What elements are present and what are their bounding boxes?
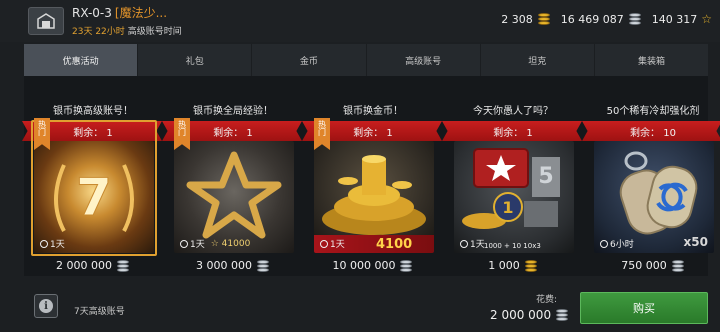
price-value: 750 000: [621, 259, 667, 272]
offer-card-gold[interactable]: 银币换金币！ 剩余： 1 热门 1天 4100 10 000 000: [302, 76, 442, 276]
timer-value: 1天: [190, 240, 205, 250]
info-button[interactable]: i: [34, 294, 58, 318]
buy-button[interactable]: 购买: [580, 292, 708, 324]
premium-time: 23天 22小时: [72, 27, 125, 37]
bundle-badge-count: 10: [512, 242, 522, 250]
offer-price: 2 000 000: [24, 259, 162, 272]
tab-premium[interactable]: 高级账号: [367, 44, 481, 76]
offer-remaining: 剩余： 10: [630, 128, 676, 139]
cooldown-booster-image: 6小时 x50: [594, 141, 714, 253]
tab-bundles[interactable]: 礼包: [138, 44, 253, 76]
offer-timer: 1天: [320, 237, 345, 250]
quantity-badge: x50: [683, 235, 708, 249]
currency-panel: 2 308 16 469 087 140 317 ☆: [501, 12, 712, 26]
premium-days-image: 7 1天: [34, 141, 154, 253]
silver-coins-icon: [555, 309, 569, 321]
garage-icon: [37, 13, 55, 29]
bundle-gold-count: 1000 +: [484, 242, 510, 250]
shop-tabs: 优惠活动 礼包 金币 高级账号 坦克 集装箱: [24, 44, 708, 76]
tab-containers[interactable]: 集装箱: [595, 44, 708, 76]
selected-product-name: 7天高级账号: [74, 307, 125, 317]
garage-button[interactable]: [28, 7, 64, 35]
info-icon: i: [39, 299, 53, 313]
offer-card-xp[interactable]: 银币换全局经验！ 剩余： 1 热门 1天 ☆ 41000 3 000 000: [162, 76, 302, 276]
cost-label: 花费:: [536, 295, 558, 305]
offer-timer: 6小时: [600, 237, 634, 250]
purchase-bar: i 7天高级账号 花费: 2 000 000 购买: [24, 278, 708, 332]
silver-coins-icon: [671, 259, 685, 272]
offer-title: 银币换高级账号！: [53, 106, 133, 117]
gold-pile-image: 1天 4100: [314, 141, 434, 253]
svg-text:7: 7: [76, 168, 112, 228]
xp-star-image: 1天 ☆ 41000: [174, 141, 294, 253]
clock-icon: [600, 239, 608, 248]
offer-card-consumables[interactable]: 50个稀有冷却强化剂 剩余： 10 6小时 x50 750 000: [582, 76, 720, 276]
clock-icon: [40, 239, 48, 248]
top-bar: RX-0-3 [魔法少... 23天 22小时 高级账号时间 2 308 16 46…: [0, 0, 720, 42]
tab-offers[interactable]: 优惠活动: [24, 44, 139, 76]
bundle-items-count: 10x3: [523, 242, 541, 250]
free-xp-balance[interactable]: 140 317 ☆: [652, 12, 712, 26]
offer-list: 银币换高级账号！ 剩余： 1 热门 7 1天 2 000 000 银币换全局经验…: [22, 76, 720, 276]
silver-balance[interactable]: 16 469 087: [561, 13, 642, 26]
offer-timer: 1天: [460, 237, 485, 250]
price-value: 10 000 000: [332, 259, 396, 272]
bundle-image: 5 1 1天 1000 + 10 10x3: [454, 141, 574, 253]
player-name[interactable]: RX-0-3 [魔法少...: [72, 4, 167, 21]
timer-value: 6小时: [610, 240, 634, 250]
price-value: 2 000 000: [56, 259, 112, 272]
cost-value: 2 000 000: [490, 308, 569, 322]
offer-card-premium[interactable]: 银币换高级账号！ 剩余： 1 热门 7 1天 2 000 000: [22, 76, 162, 276]
timer-value: 1天: [470, 240, 485, 250]
offer-title: 银币换全局经验！: [193, 106, 273, 117]
offer-title: 50个稀有冷却强化剂: [606, 106, 700, 117]
xp-bonus-value: 41000: [221, 238, 251, 249]
clock-icon: [460, 239, 468, 248]
free-xp-amount: 140 317: [651, 12, 698, 26]
gold-amount: 2 308: [501, 12, 533, 26]
clan-tag: [魔法少...: [114, 6, 168, 20]
tab-gold[interactable]: 金币: [252, 44, 367, 76]
silver-coins-icon: [628, 13, 642, 25]
timer-value: 1天: [50, 240, 65, 250]
player-nickname: RX-0-3: [72, 6, 112, 20]
gold-balance[interactable]: 2 308: [501, 13, 551, 26]
offer-price: 3 000 000: [164, 259, 302, 272]
svg-text:5: 5: [538, 164, 553, 189]
price-value: 3 000 000: [196, 259, 252, 272]
tab-tanks[interactable]: 坦克: [481, 44, 595, 76]
silver-coins-icon: [399, 259, 413, 272]
offer-remaining: 剩余： 1: [493, 128, 533, 139]
offer-price: 1 000: [444, 259, 582, 272]
clock-icon: [180, 239, 188, 248]
cost-amount: 2 000 000: [490, 308, 552, 322]
offer-price: 750 000: [584, 259, 720, 272]
svg-text:1: 1: [502, 198, 513, 217]
timer-value: 1天: [330, 240, 345, 250]
bundle-contents: 1000 + 10 10x3: [484, 242, 541, 250]
price-value: 1 000: [488, 259, 520, 272]
offer-title: 今天你愚人了吗？: [473, 106, 553, 117]
xp-bonus: ☆ 41000: [210, 238, 251, 249]
offer-timer: 1天: [40, 237, 65, 250]
gold-bonus-value: 4100: [376, 237, 413, 252]
premium-label: 高级账号时间: [127, 27, 182, 37]
gold-coins-icon: [537, 13, 551, 25]
silver-coins-icon: [256, 259, 270, 272]
offer-title: 银币换金币！: [343, 106, 403, 117]
silver-amount: 16 469 087: [560, 12, 624, 26]
premium-status: 23天 22小时 高级账号时间: [72, 24, 182, 37]
silver-coins-icon: [116, 259, 130, 272]
offer-timer: 1天 ☆ 41000: [180, 237, 250, 250]
gold-coins-icon: [524, 259, 538, 272]
star-icon: ☆: [701, 12, 712, 26]
offer-price: 10 000 000: [304, 259, 442, 272]
clock-icon: [320, 239, 328, 248]
offer-card-april-fools[interactable]: 今天你愚人了吗？ 剩余： 1 5 1 1天 1000 + 10 10x3 1 0…: [442, 76, 582, 276]
